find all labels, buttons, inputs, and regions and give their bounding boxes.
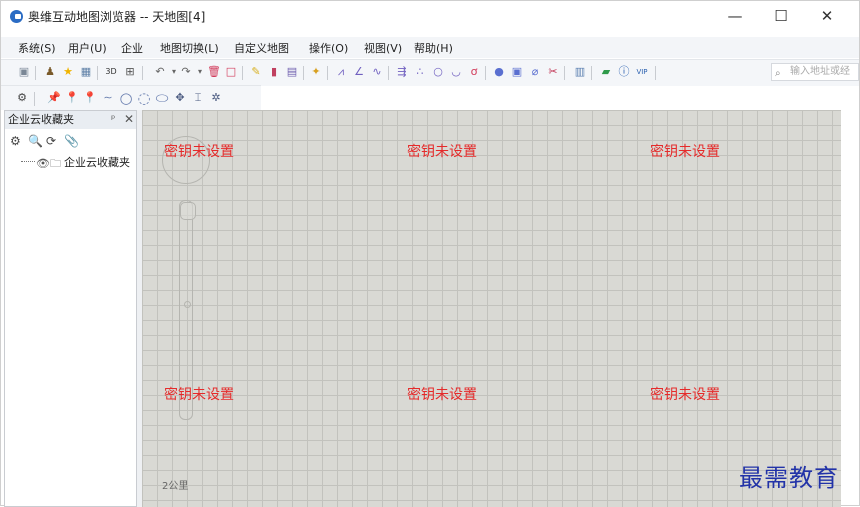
frame-icon[interactable]: ▤ xyxy=(285,65,299,79)
freehand-icon[interactable]: ∿ xyxy=(370,65,384,79)
pin-green-icon[interactable]: 📍 xyxy=(83,91,97,105)
window-title: 奥维互动地图浏览器 -- 天地图[4] xyxy=(28,10,206,24)
maximize-button[interactable]: ☐ xyxy=(758,1,804,31)
redo-dropdown-icon[interactable]: ▾ xyxy=(193,65,207,79)
circle-icon[interactable]: ○ xyxy=(431,65,445,79)
image-icon[interactable]: ▣ xyxy=(510,65,524,79)
tree-item-label[interactable]: 企业云收藏夹 xyxy=(64,154,136,170)
menu-map-switch[interactable]: 地图切换(L) xyxy=(160,40,219,56)
rectangle-select-icon[interactable]: □ xyxy=(224,65,238,79)
info-icon[interactable]: ⓘ xyxy=(617,65,631,79)
menu-user[interactable]: 用户(U) xyxy=(68,40,107,56)
key-not-set-message: 密钥未设置 xyxy=(407,387,477,403)
app-logo-icon xyxy=(10,10,23,23)
toolbar-separator xyxy=(35,66,36,80)
chart-icon[interactable]: ▥ xyxy=(573,65,587,79)
key-not-set-message: 密钥未设置 xyxy=(164,387,234,403)
draw-arc-icon[interactable]: ◌ xyxy=(137,91,151,106)
menu-enterprise[interactable]: 企业 xyxy=(121,40,143,56)
menu-help[interactable]: 帮助(H) xyxy=(414,40,453,56)
address-placeholder: 输入地址或经 xyxy=(790,66,850,77)
route-icon[interactable]: ⇶ xyxy=(395,65,409,79)
cut-icon[interactable]: ✂ xyxy=(546,65,560,79)
panel-title: 企业云收藏夹 xyxy=(8,113,74,126)
network-icon[interactable]: ✲ xyxy=(209,91,223,105)
panel-close-icon[interactable]: ✕ xyxy=(124,110,134,128)
pin-blue-icon[interactable]: 📍 xyxy=(65,91,79,105)
arc-icon[interactable]: ◡ xyxy=(449,65,463,79)
menu-view[interactable]: 视图(V) xyxy=(364,40,402,56)
chat-icon[interactable]: ▰ xyxy=(599,65,613,79)
zoom-slider-handle[interactable] xyxy=(180,202,196,220)
toolbar-separator xyxy=(97,66,98,80)
map-view[interactable]: 密钥未设置 密钥未设置 密钥未设置 密钥未设置 密钥未设置 密钥未设置 2公里 xyxy=(142,110,841,507)
undo-icon[interactable]: ↶ xyxy=(153,65,167,79)
database-icon[interactable]: ● xyxy=(492,65,506,79)
toolbar-separator xyxy=(564,66,565,80)
draw-circle-icon[interactable]: ○ xyxy=(119,91,133,106)
3d-view-button[interactable]: 3D xyxy=(104,65,118,79)
tree-connector xyxy=(21,161,35,163)
refresh-icon[interactable]: ⟳ xyxy=(46,134,60,148)
pencil-icon[interactable]: ✎ xyxy=(249,65,263,79)
building-icon[interactable]: ▦ xyxy=(79,65,93,79)
draw-toolbar: ⚙ 📌 📍 📍 ∼ ○ ◌ ⬭ ✥ ⌶ ✲ xyxy=(1,85,261,110)
delete-icon[interactable]: 🗑 xyxy=(207,65,221,79)
favorite-star-icon[interactable]: ★ xyxy=(61,65,75,79)
title-bar: 奥维互动地图浏览器 -- 天地图[4] — ☐ ✕ xyxy=(1,1,859,31)
draw-ellipse-icon[interactable]: ⬭ xyxy=(155,91,169,106)
toolbar-separator xyxy=(327,66,328,80)
angle-icon[interactable]: ∠ xyxy=(352,65,366,79)
points-icon[interactable]: ∴ xyxy=(413,65,427,79)
attach-icon[interactable]: 📎 xyxy=(64,134,79,148)
settings-icon[interactable]: ⚙ xyxy=(10,134,24,148)
pin-yellow-icon[interactable]: 📌 xyxy=(47,91,61,105)
grid-icon[interactable]: ⊞ xyxy=(123,65,137,79)
address-search-input[interactable]: ⌕ 输入地址或经 xyxy=(771,63,859,81)
user-icon[interactable]: ♟ xyxy=(43,65,57,79)
key-not-set-message: 密钥未设置 xyxy=(407,144,477,160)
eraser-icon[interactable]: ⌀ xyxy=(528,65,542,79)
key-not-set-message: 密钥未设置 xyxy=(164,144,234,160)
zoom-level-dot xyxy=(184,301,191,308)
toolbar-separator xyxy=(34,92,35,106)
toolbar-separator xyxy=(303,66,304,80)
menu-operation[interactable]: 操作(O) xyxy=(309,40,348,56)
toolbar-separator xyxy=(485,66,486,80)
toolbar-separator xyxy=(655,66,656,80)
move-icon[interactable]: ✥ xyxy=(173,91,187,105)
pin-icon[interactable]: ᵖ xyxy=(111,111,115,129)
toolbar-separator xyxy=(142,66,143,80)
ruler-icon[interactable]: ▮ xyxy=(267,65,281,79)
key-not-set-message: 密钥未设置 xyxy=(650,144,720,160)
measure-icon[interactable]: ⌶ xyxy=(191,91,205,105)
panel-header: 企业云收藏夹 ᵖ ✕ xyxy=(5,111,136,129)
watermark-text: 最需教育 xyxy=(739,464,839,492)
toolbar-separator xyxy=(388,66,389,80)
panel-toolbar: ⚙ 🔍 ⟳ 📎 xyxy=(10,134,82,150)
main-toolbar: ▣ ♟ ★ ▦ 3D ⊞ ↶ ▾ ↷ ▾ 🗑 □ ✎ ▮ ▤ ✦ ⩘ ∠ ∿ ⇶… xyxy=(1,59,859,86)
marker-add-icon[interactable]: ✦ xyxy=(309,65,323,79)
search-icon[interactable]: 🔍 xyxy=(28,134,43,148)
minimize-button[interactable]: — xyxy=(712,1,758,31)
menu-system[interactable]: 系统(S) xyxy=(18,40,56,56)
favorites-panel: 企业云收藏夹 ᵖ ✕ ⚙ 🔍 ⟳ 📎 👁🗀 企业云收藏夹 xyxy=(4,110,137,507)
curve-icon[interactable]: ∼ xyxy=(101,91,115,105)
circle-remove-icon[interactable]: ơ xyxy=(467,65,481,79)
toolbar-separator xyxy=(591,66,592,80)
close-button[interactable]: ✕ xyxy=(804,1,850,31)
key-not-set-message: 密钥未设置 xyxy=(650,387,720,403)
search-icon: ⌕ xyxy=(775,68,781,79)
map-scale-label: 2公里 xyxy=(162,481,189,492)
vip-button[interactable]: VIP xyxy=(635,65,649,79)
settings-gear-icon[interactable]: ⚙ xyxy=(15,91,29,105)
toolbar-separator xyxy=(242,66,243,80)
menu-bar: 系统(S) 用户(U) 企业 地图切换(L) 自定义地图 操作(O) 视图(V)… xyxy=(1,37,859,58)
folder-eye-icon[interactable]: 👁🗀 xyxy=(36,155,61,174)
save-icon[interactable]: ▣ xyxy=(17,65,31,79)
polyline-icon[interactable]: ⩘ xyxy=(334,65,348,79)
menu-custom-map[interactable]: 自定义地图 xyxy=(234,40,289,56)
app-window: 奥维互动地图浏览器 -- 天地图[4] — ☐ ✕ 系统(S) 用户(U) 企业… xyxy=(0,0,860,507)
redo-icon[interactable]: ↷ xyxy=(179,65,193,79)
